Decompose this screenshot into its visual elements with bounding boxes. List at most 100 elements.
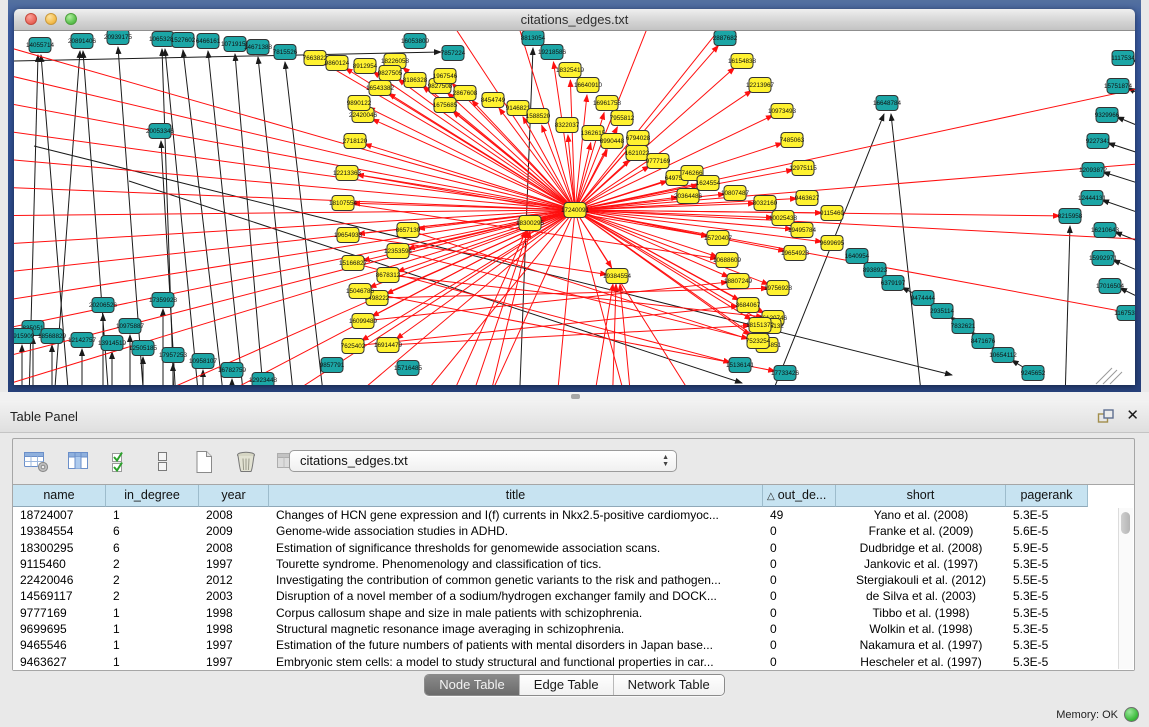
graph-node[interactable]: 9857791 [320, 358, 345, 373]
zoom-window-button[interactable] [65, 13, 77, 25]
graph-node[interactable]: 14055714 [26, 38, 55, 53]
column-header-short[interactable]: short [836, 485, 1006, 507]
graph-node[interactable]: 12213967 [746, 78, 775, 93]
graph-node[interactable]: 12975115 [789, 161, 817, 176]
graph-node[interactable]: 19654933 [334, 228, 363, 243]
graph-node[interactable]: 12142757 [68, 333, 97, 348]
table-row[interactable]: 946362711997Embryonic stem cells: a mode… [13, 654, 1134, 670]
table-row[interactable]: 969969511998Structural magnetic resonanc… [13, 621, 1134, 637]
graph-node[interactable]: 1967546 [433, 69, 458, 84]
minimize-window-button[interactable] [45, 13, 57, 25]
graph-node[interactable]: 7832621 [951, 319, 976, 334]
table-row[interactable]: 1456911722003Disruption of a novel membe… [13, 588, 1134, 604]
graph-node[interactable]: 14671388 [244, 40, 273, 55]
graph-node[interactable]: 15136141 [726, 358, 755, 373]
column-header-year[interactable]: year [199, 485, 269, 507]
graph-node[interactable]: 8813054 [521, 31, 546, 46]
graph-node[interactable]: 8454749 [481, 93, 506, 108]
graph-node[interactable]: 16782759 [218, 363, 247, 378]
graph-node[interactable]: 11675322 [1114, 306, 1135, 321]
graph-node[interactable]: 16099489 [349, 314, 378, 329]
graph-node[interactable]: 1675685 [433, 98, 458, 113]
graph-node[interactable]: 17240091 [561, 203, 590, 218]
graph-node[interactable]: 18325419 [556, 63, 585, 78]
graph-node[interactable]: 16210643 [1091, 223, 1120, 238]
graph-node[interactable]: 2718120 [343, 134, 368, 149]
graph-node[interactable]: 18151372 [746, 318, 775, 333]
vertical-scrollbar[interactable] [1118, 508, 1133, 669]
graph-node[interactable]: 15716485 [394, 361, 423, 376]
graph-node[interactable]: 7815526 [273, 45, 298, 60]
graph-node[interactable]: 16154838 [728, 54, 757, 69]
graph-node[interactable]: 16543382 [366, 81, 395, 96]
graph-node[interactable]: 10975887 [116, 319, 145, 334]
graph-node[interactable]: 17957253 [159, 348, 188, 363]
graph-node[interactable]: 18807249 [724, 274, 753, 289]
scrollbar-thumb[interactable] [1121, 512, 1130, 534]
graph-node[interactable]: 13914519 [98, 336, 127, 351]
graph-node[interactable]: 7485063 [780, 133, 805, 148]
table-settings-button[interactable] [21, 447, 51, 477]
graph-node[interactable]: 19384554 [603, 269, 632, 284]
graph-node[interactable]: 10807487 [721, 186, 750, 201]
column-header-in_degree[interactable]: in_degree [106, 485, 199, 507]
graph-node[interactable]: 16640910 [574, 78, 603, 93]
table-row[interactable]: 1938455462009Genome-wide association stu… [13, 523, 1134, 539]
graph-node[interactable]: 20939175 [104, 31, 133, 45]
graph-node[interactable]: 9890122 [347, 96, 372, 111]
graph-node[interactable]: 10654112 [989, 348, 1017, 363]
graph-node[interactable]: 15720407 [704, 231, 733, 246]
graph-node[interactable]: 18300295 [516, 216, 545, 231]
graph-node[interactable]: 2935114 [930, 304, 955, 319]
graph-node[interactable]: 7955812 [610, 111, 635, 126]
network-window-titlebar[interactable]: citations_edges.txt [14, 9, 1135, 31]
select-all-checks-button[interactable] [105, 447, 135, 477]
new-table-button[interactable] [189, 447, 219, 477]
row-selection-button[interactable] [147, 447, 177, 477]
graph-node[interactable]: 7625402 [341, 339, 366, 354]
graph-node[interactable]: 17733426 [771, 366, 800, 381]
graph-node[interactable]: 19495784 [788, 223, 817, 238]
table-row[interactable]: 946554611997Estimation of the future num… [13, 637, 1134, 653]
graph-node[interactable]: 8032160 [753, 196, 778, 211]
graph-node[interactable]: 12923448 [249, 373, 278, 386]
tab-edge-table[interactable]: Edge Table [519, 675, 613, 695]
table-row[interactable]: 1872400712008Changes of HCN gene express… [13, 507, 1134, 523]
graph-node[interactable]: 8215958 [1058, 209, 1083, 224]
graph-node[interactable]: 2867608 [453, 86, 478, 101]
graph-node[interactable]: 1117534 [1111, 51, 1135, 66]
graph-node[interactable]: 10958107 [189, 354, 218, 369]
graph-node[interactable]: 17359928 [149, 293, 178, 308]
graph-node[interactable]: 15046786 [346, 284, 375, 299]
graph-node[interactable]: 8186328 [403, 73, 428, 88]
graph-node[interactable]: 10973493 [768, 104, 797, 119]
graph-node[interactable]: 6794028 [626, 131, 651, 146]
graph-node[interactable]: 19218586 [538, 45, 567, 60]
graph-node[interactable]: 9777169 [646, 154, 671, 169]
graph-node[interactable]: 19756928 [764, 281, 793, 296]
graph-node[interactable]: 9827505 [378, 66, 403, 81]
column-header-out_de[interactable]: △out_de... [763, 485, 836, 507]
graph-node[interactable]: 1588520 [526, 109, 551, 124]
table-select-dropdown[interactable]: citations_edges.txt ▲▼ [289, 450, 677, 472]
float-panel-icon[interactable] [1097, 408, 1115, 425]
column-header-name[interactable]: name [13, 485, 106, 507]
table-row[interactable]: 2242004622012Investigating the contribut… [13, 572, 1134, 588]
graph-node[interactable]: 8657130 [396, 223, 421, 238]
graph-node[interactable]: 15166827 [339, 256, 368, 271]
graph-node[interactable]: 9699695 [820, 236, 845, 251]
tab-node-table[interactable]: Node Table [425, 675, 519, 695]
table-row[interactable]: 977716911998Corpus callosum shape and si… [13, 605, 1134, 621]
graph-node[interactable]: 1640954 [845, 249, 870, 264]
graph-node[interactable]: 1527602 [171, 33, 196, 48]
graph-node[interactable]: 7523254 [746, 334, 771, 349]
delete-trash-button[interactable] [231, 447, 261, 477]
graph-node[interactable]: 10688609 [713, 253, 742, 268]
graph-node[interactable]: 8912954 [353, 59, 378, 74]
graph-node[interactable]: 9860124 [325, 56, 350, 71]
graph-node[interactable]: 2887682 [713, 31, 738, 46]
graph-node[interactable]: 15992971 [1089, 251, 1118, 266]
graph-node[interactable]: 19654923 [781, 246, 810, 261]
graph-node[interactable]: 20053346 [146, 124, 175, 139]
graph-node[interactable]: 7857224 [441, 46, 466, 61]
